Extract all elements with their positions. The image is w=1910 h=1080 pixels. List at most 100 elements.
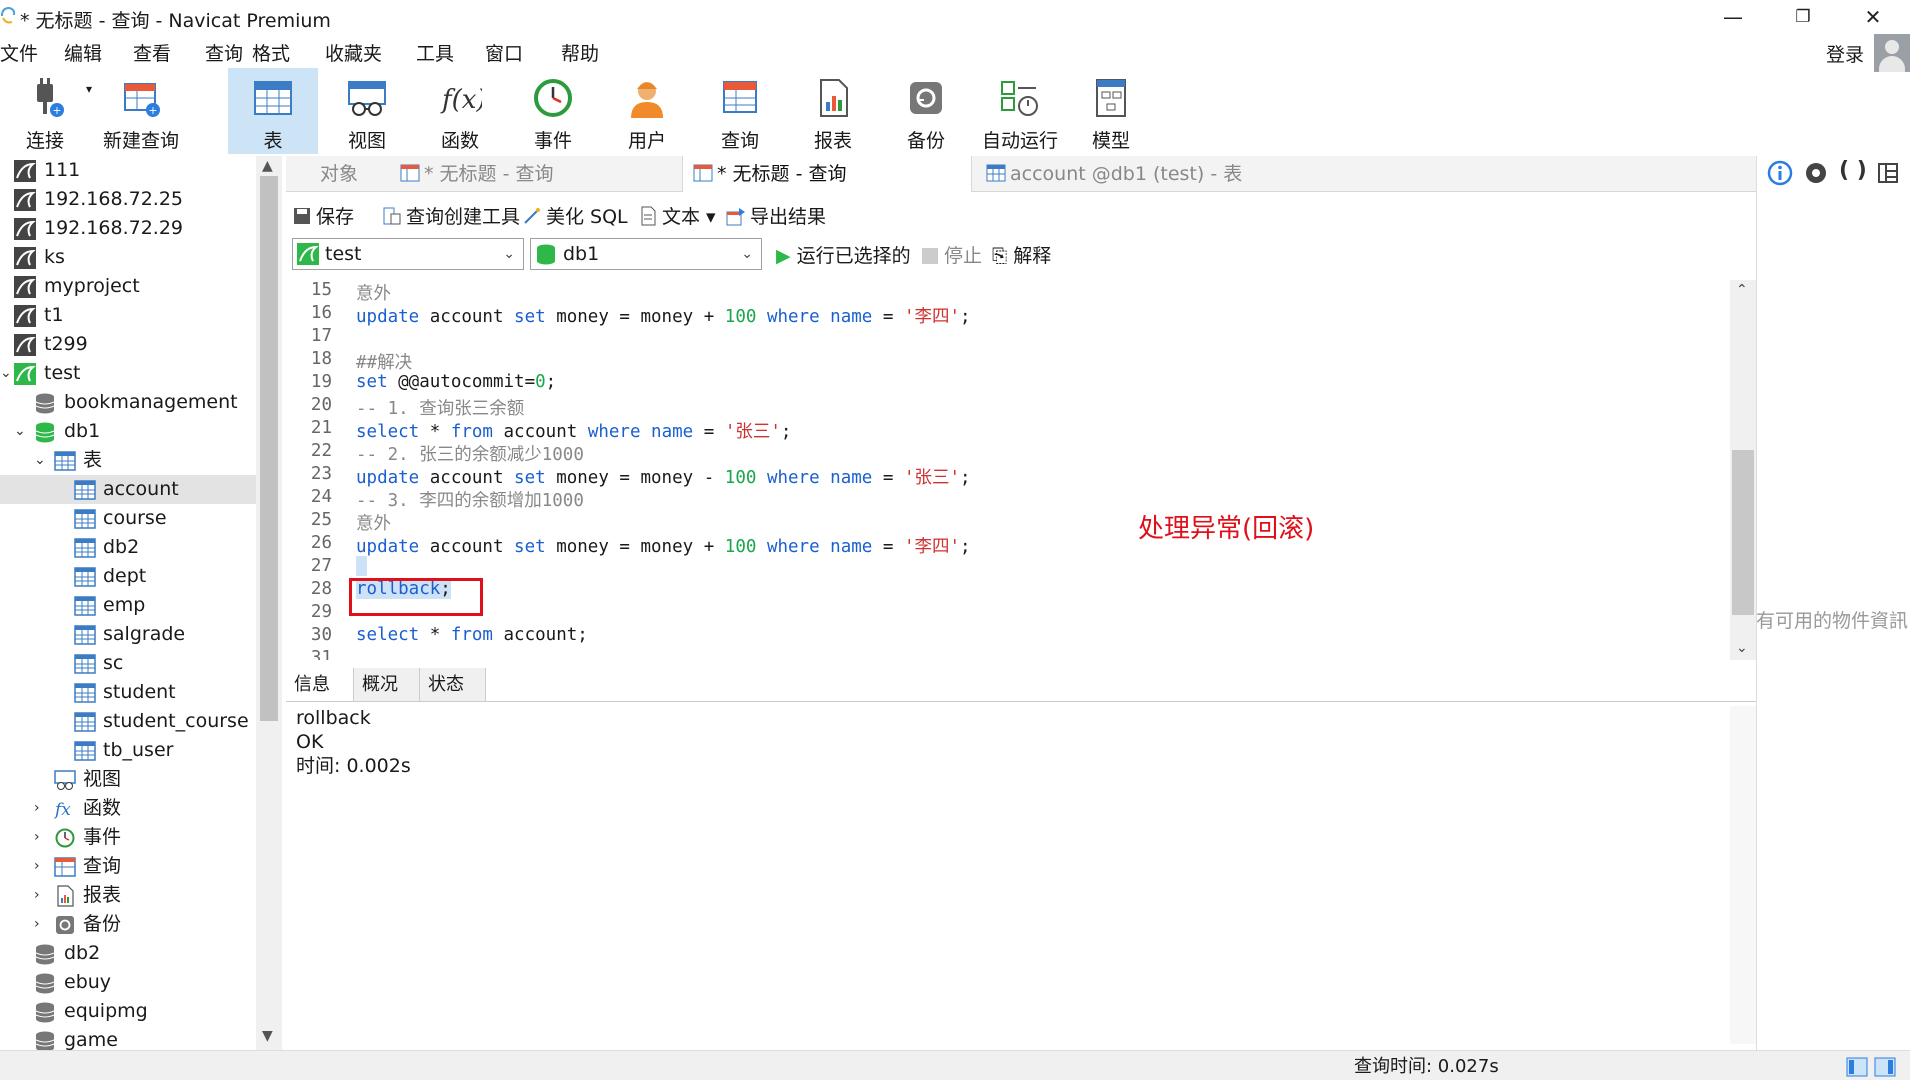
result-scrollbar[interactable] [1730, 706, 1756, 1044]
table-button[interactable]: 表 [228, 68, 318, 154]
tree-item-backups-folder[interactable]: › 备份 [0, 910, 256, 939]
beautify-sql-button[interactable]: 美化 SQL [522, 202, 628, 229]
tab-info[interactable]: 信息 [286, 668, 354, 701]
tab-profile[interactable]: 概况 [354, 668, 420, 701]
event-button[interactable]: 事件 [508, 68, 598, 154]
tree-item-database-open[interactable]: ⌄ db1 [0, 417, 256, 446]
chevron-up-icon[interactable]: ⌃ [1736, 282, 1748, 298]
connect-dropdown-icon[interactable]: ▾ [86, 82, 92, 96]
automation-button[interactable]: 自动运行 [972, 68, 1068, 154]
stop-button[interactable]: 停止 [922, 241, 982, 268]
tree-item-events-folder[interactable]: › 事件 [0, 823, 256, 852]
menu-tools[interactable]: 工具 [416, 39, 454, 66]
close-button[interactable]: ✕ [1844, 0, 1902, 34]
tree-item-database[interactable]: equipmg [0, 997, 256, 1026]
chevron-down-icon[interactable]: ⌄ [0, 359, 14, 388]
tree-item-table[interactable]: emp [0, 591, 256, 620]
tree-item-tables-folder[interactable]: ⌄ 表 [0, 446, 256, 475]
tab-untitled-query-active[interactable]: * 无标题 - 查询 [682, 156, 972, 192]
scroll-down-icon[interactable]: ▼ [262, 1028, 273, 1044]
tree-item-conn[interactable]: ks [0, 243, 256, 272]
save-button[interactable]: 保存 [292, 202, 354, 229]
text-button[interactable]: 文本 ▾ [638, 202, 716, 229]
view-button[interactable]: 视图 [322, 68, 412, 154]
tree-item-table[interactable]: sc [0, 649, 256, 678]
tree-scrollbar-thumb[interactable] [260, 176, 278, 721]
tree-item-database[interactable]: bookmanagement [0, 388, 256, 417]
menu-help[interactable]: 帮助 [561, 39, 599, 66]
chevron-right-icon[interactable]: › [34, 823, 48, 852]
tab-status[interactable]: 状态 [420, 668, 486, 701]
tree-item-conn[interactable]: t299 [0, 330, 256, 359]
chevron-right-icon[interactable]: › [34, 794, 48, 823]
query-builder-button[interactable]: 查询创建工具 [382, 202, 520, 229]
export-result-button[interactable]: 导出结果 [726, 202, 826, 229]
layout-grid-icon[interactable] [1877, 162, 1899, 184]
backup-button[interactable]: 备份 [881, 68, 971, 154]
connect-button[interactable]: + 连接 [0, 68, 90, 154]
run-selected-button[interactable]: ▶ 运行已选择的 [776, 241, 911, 268]
report-button[interactable]: 报表 [788, 68, 878, 154]
tab-untitled-query-1[interactable]: * 无标题 - 查询 [390, 156, 666, 192]
tab-objects[interactable]: 对象 [286, 156, 386, 192]
tree-item-conn[interactable]: myproject [0, 272, 256, 301]
connection-select[interactable]: test ⌄ [292, 238, 524, 270]
query-button[interactable]: 查询 [695, 68, 785, 154]
tree-item-conn[interactable]: t1 [0, 301, 256, 330]
tree-item-conn[interactable]: 192.168.72.25 [0, 185, 256, 214]
scroll-up-icon[interactable]: ▲ [262, 158, 273, 174]
code-brackets-icon[interactable]: ( ) [1839, 158, 1867, 183]
chevron-right-icon[interactable]: › [34, 881, 48, 910]
chevron-right-icon[interactable]: › [34, 852, 48, 881]
sql-editor[interactable]: 15 意外 16 update account set money = money … [286, 280, 1730, 660]
tree-item-table-account[interactable]: account [0, 475, 256, 504]
menu-file[interactable]: 文件 [0, 39, 38, 66]
avatar[interactable] [1874, 34, 1910, 72]
tree-item-table[interactable]: student [0, 678, 256, 707]
tree-item-database[interactable]: ebuy [0, 968, 256, 997]
tree-item-table[interactable]: tb_user [0, 736, 256, 765]
automation-icon [1001, 81, 1038, 116]
explain-button[interactable]: ⎘ 解释 [992, 241, 1051, 268]
function-button[interactable]: f(x) 函数 [415, 68, 505, 154]
tree-item-table[interactable]: db2 [0, 533, 256, 562]
menu-edit[interactable]: 编辑 [64, 39, 102, 66]
tree-item-conn[interactable]: 111 [0, 156, 256, 185]
minimize-button[interactable]: — [1704, 0, 1762, 34]
tab-account-table[interactable]: account @db1 (test) - 表 [976, 156, 1266, 192]
tree-item-views-folder[interactable]: 视图 [0, 765, 256, 794]
menu-window[interactable]: 窗口 [485, 39, 523, 66]
chevron-down-icon[interactable]: ⌄ [1736, 640, 1748, 656]
login-link[interactable]: 登录 [1826, 40, 1864, 67]
menu-favorites[interactable]: 收藏夹 [325, 39, 382, 66]
new-query-button[interactable]: + 新建查询 [94, 68, 188, 154]
restore-button[interactable]: ❐ [1774, 0, 1832, 34]
tree-item-table[interactable]: course [0, 504, 256, 533]
chevron-right-icon[interactable]: › [34, 910, 48, 939]
layout-split-icon[interactable] [1874, 1057, 1896, 1077]
chevron-down-icon[interactable]: ⌄ [14, 417, 28, 446]
database-open-icon [537, 244, 555, 265]
editor-scrollbar-thumb[interactable] [1732, 450, 1754, 615]
menu-format[interactable]: 格式 [252, 39, 290, 66]
tree-item-conn-open[interactable]: ⌄ test [0, 359, 256, 388]
model-button[interactable]: 模型 [1066, 68, 1156, 154]
tree-item-table[interactable]: student_course [0, 707, 256, 736]
menu-view[interactable]: 查看 [133, 39, 171, 66]
tree-item-reports-folder[interactable]: › 报表 [0, 881, 256, 910]
database-select[interactable]: db1 ⌄ [530, 238, 762, 270]
menu-query[interactable]: 查询 [205, 39, 243, 66]
layout-single-icon[interactable] [1846, 1057, 1868, 1077]
chevron-down-icon[interactable]: ⌄ [34, 446, 48, 475]
tree-item-table[interactable]: dept [0, 562, 256, 591]
tree-item-functions-folder[interactable]: › fx 函数 [0, 794, 256, 823]
info-icon[interactable] [1767, 160, 1793, 186]
tree-item-database[interactable]: game [0, 1026, 256, 1050]
tree-item-table[interactable]: salgrade [0, 620, 256, 649]
tree-item-conn[interactable]: 192.168.72.29 [0, 214, 256, 243]
user-button[interactable]: 用户 [602, 68, 692, 154]
tree-item-queries-folder[interactable]: › 查询 [0, 852, 256, 881]
preview-eye-icon[interactable] [1803, 160, 1829, 186]
tree-item-database[interactable]: db2 [0, 939, 256, 968]
annotation-text: 处理异常(回滚) [1138, 514, 1315, 544]
